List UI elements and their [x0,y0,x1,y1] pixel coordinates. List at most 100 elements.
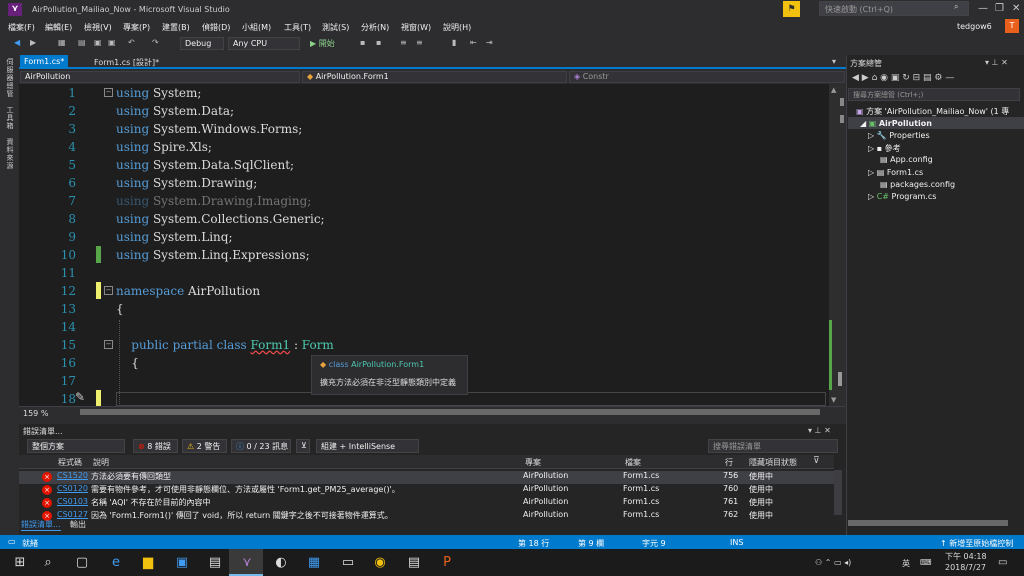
class-name-error[interactable]: Form1 [250,338,290,352]
messages-filter-button[interactable]: ⓘ 0 / 23 訊息 [231,439,291,453]
back-icon[interactable]: ◀ [14,38,20,47]
menu-team[interactable]: 小組(M) [242,22,271,33]
menu-view[interactable]: 檢視(V) [84,22,112,33]
maximize-button[interactable]: ❐ [995,3,1004,14]
app-icon[interactable]: ◐ [271,553,291,573]
scope-dropdown[interactable]: 整個方案 [27,439,125,453]
close-button[interactable]: ✕ [1012,3,1020,14]
avatar[interactable]: T [1005,19,1019,33]
feedback-flag-icon[interactable]: ⚑ [783,1,800,17]
menu-file[interactable]: 檔案(F) [8,22,35,33]
toolbar-icon-d[interactable]: ≡ [416,38,423,47]
column-code[interactable]: 程式碼 [58,457,82,468]
toolbar-icon-a[interactable]: ▪ [360,38,365,47]
error-row[interactable]: × CS0127 因為 'Form1.Form1()' 傳回了 void，所以 re… [19,510,834,523]
scroll-up-icon[interactable]: ▲ [831,86,836,94]
column-line[interactable]: 行 [725,457,733,468]
start-button[interactable]: ▶ 開始 [310,38,335,49]
quick-actions-icon[interactable]: ✎ [75,390,85,404]
tab-output[interactable]: 輸出 [70,519,86,530]
tree-item-app-config[interactable]: ▤ App.config [880,155,933,164]
tree-item-references[interactable]: ▷ ▪ 參考 [868,143,901,154]
app-icon[interactable]: ▭ [338,553,358,573]
menu-test[interactable]: 測試(S) [322,22,349,33]
menu-build[interactable]: 建置(B) [162,22,190,33]
tree-item-properties[interactable]: ▷ 🔧 Properties [868,131,930,140]
code-line[interactable]: using System.Collections.Generic; [116,210,325,228]
solution-node[interactable]: ▣ 方案 'AirPollution_Mailiao_Now' (1 專 [856,106,1009,117]
build-intellisense-dropdown[interactable]: 組建 + IntelliSense [316,439,419,453]
tree-item-form1[interactable]: ▷ ▤ Form1.cs [868,168,923,177]
menu-edit[interactable]: 編輯(E) [45,22,72,33]
toolbar-icon-b[interactable]: ▪ [376,38,381,47]
error-row[interactable]: × CS1520 方法必須要有傳回類型 AirPollution Form1.cs 756… [19,471,834,484]
code-line[interactable]: using System.Linq; [116,228,233,246]
error-list-scrollbar[interactable] [834,470,842,515]
app-icon[interactable]: ▤ [205,553,225,573]
error-code[interactable]: CS0127 [57,510,88,519]
column-suppression[interactable]: 隱藏項目狀態 [749,457,797,468]
solution-horizontal-scrollbar[interactable] [848,520,1008,526]
code-line[interactable]: using System; [116,84,201,102]
member-dropdown[interactable]: ◈ Constr [569,71,845,83]
add-to-source-control[interactable]: ↑ 新增至原始檔控制 [940,538,1013,549]
app-icon[interactable]: ▤ [404,553,424,573]
tab-form1-designer[interactable]: Form1.cs [設計]* [90,55,163,69]
fold-toggle[interactable]: − [104,340,113,349]
horizontal-scrollbar-thumb[interactable] [80,409,820,415]
edge-icon[interactable]: e [106,553,126,573]
save-icon[interactable]: ▣ [94,38,102,47]
bookmark-icon[interactable]: ▮ [452,38,456,47]
platform-dropdown[interactable]: Any CPU [228,37,300,50]
error-row[interactable]: × CS0120 需要有物件參考，才可使用非靜態欄位、方法或屬性 'Form1.ge… [19,484,834,497]
file-explorer-icon[interactable]: ▆ [138,553,158,573]
filter-icon[interactable]: ⊻ [296,439,310,453]
fold-toggle[interactable]: − [104,88,113,97]
powerpoint-icon[interactable]: P [437,553,457,573]
redo-icon[interactable]: ↷ [152,38,159,47]
menu-debug[interactable]: 偵錯(D) [202,22,230,33]
menu-window[interactable]: 視窗(W) [401,22,431,33]
keyboard-icon[interactable]: ⌨ [920,558,932,567]
fold-toggle[interactable]: − [104,286,113,295]
column-description[interactable]: 說明 [93,457,109,468]
menu-project[interactable]: 專案(P) [123,22,150,33]
error-code[interactable]: CS0120 [57,484,88,493]
code-line[interactable]: using System.Windows.Forms; [116,120,302,138]
scroll-thumb[interactable] [838,372,842,386]
code-line[interactable]: { [116,300,124,318]
rail-server-explorer[interactable]: 伺服器總管 [5,58,15,98]
app-icon[interactable]: ▦ [304,553,324,573]
panel-pin-icon[interactable]: ▾ ⊥ ✕ [985,58,1008,67]
toolbar-icon-c[interactable]: ≡ [400,38,407,47]
column-filter-icon[interactable]: ⊽ [813,456,820,466]
open-folder-icon[interactable]: ▤ [78,38,86,47]
tab-form1-cs[interactable]: Form1.cs* [20,55,69,69]
project-node[interactable]: ◢ ▣ AirPollution [860,119,932,128]
solution-toolbar[interactable]: ◀ ▶ ⌂ ◉ ▣ ↻ ⊟ ▤ ⚙ — [852,73,954,83]
configuration-dropdown[interactable]: Debug [180,37,224,50]
code-line[interactable]: using System.Data; [116,102,234,120]
tray-icons[interactable]: ⚇ ⌃ ▭ ◂) [815,558,851,567]
notification-icon[interactable]: ▭ [998,557,1007,568]
tab-overflow-icon[interactable]: ▾ [832,57,836,66]
rail-toolbox[interactable]: 工具箱 [5,106,15,130]
tab-error-list[interactable]: 錯誤清單... [21,519,61,531]
error-code[interactable]: CS0103 [57,497,88,506]
task-view-icon[interactable]: ▢ [72,553,92,573]
store-icon[interactable]: ▣ [172,553,192,573]
code-line[interactable]: namespace AirPollution [116,282,260,300]
zoom-level-dropdown[interactable]: 159 % [23,409,48,418]
windows-start-icon[interactable]: ⊞ [10,553,30,573]
menu-analyze[interactable]: 分析(N) [361,22,389,33]
clock-time[interactable]: 下午 04:18 [945,551,987,562]
code-line[interactable]: using System.Linq.Expressions; [116,246,310,264]
error-search-input[interactable]: 搜尋錯誤清單 [708,439,838,453]
code-line[interactable]: using System.Drawing; [116,174,257,192]
code-line[interactable]: using System.Data.SqlClient; [116,156,294,174]
toolbar-icon-e[interactable]: ⇤ [470,38,477,47]
chrome-icon[interactable]: ◉ [370,553,390,573]
minimize-button[interactable]: — [978,3,988,14]
rail-data-sources[interactable]: 資料來源 [5,138,15,170]
tree-item-program[interactable]: ▷ C# Program.cs [868,192,936,201]
